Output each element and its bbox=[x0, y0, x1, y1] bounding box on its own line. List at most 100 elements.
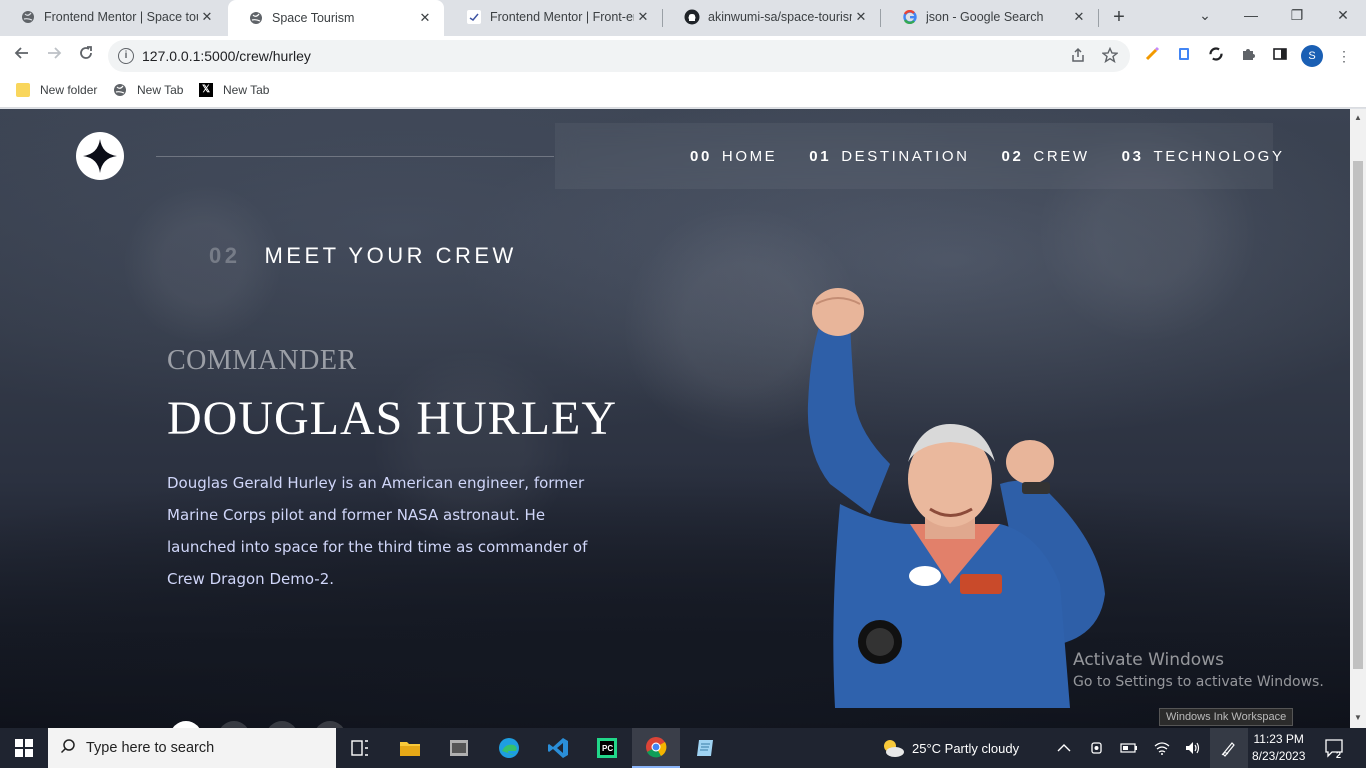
tab-google-search[interactable]: json - Google Search ✕ bbox=[882, 0, 1098, 34]
globe-icon bbox=[248, 10, 264, 26]
bookmark-new-folder[interactable]: New folder bbox=[16, 83, 97, 97]
nav-technology[interactable]: 03 TECHNOLOGY bbox=[1122, 148, 1285, 165]
tab-separator bbox=[1098, 9, 1099, 27]
slider-dot[interactable] bbox=[266, 721, 298, 728]
site-logo[interactable] bbox=[76, 132, 124, 180]
sync-extension-icon[interactable] bbox=[1206, 46, 1226, 66]
close-icon[interactable]: ✕ bbox=[416, 10, 434, 26]
pycharm-button[interactable]: PC bbox=[583, 728, 631, 768]
app-button[interactable] bbox=[681, 728, 729, 768]
google-icon bbox=[902, 9, 918, 25]
close-icon[interactable]: ✕ bbox=[198, 9, 216, 25]
wifi-icon[interactable] bbox=[1153, 728, 1171, 768]
back-button[interactable] bbox=[10, 44, 34, 68]
clipboard-app-icon bbox=[450, 740, 468, 756]
battery-icon[interactable] bbox=[1120, 728, 1138, 768]
bookmark-label: New Tab bbox=[137, 83, 184, 97]
notification-icon bbox=[1325, 739, 1343, 758]
x-logo-icon: 𝕏 bbox=[199, 83, 213, 97]
reload-button[interactable] bbox=[74, 44, 98, 68]
address-bar[interactable]: i 127.0.0.1:5000/crew/hurley bbox=[108, 40, 1130, 72]
slider-dot[interactable] bbox=[218, 721, 250, 728]
svg-text:PC: PC bbox=[602, 744, 613, 753]
reload-icon bbox=[80, 46, 92, 59]
bookmark-new-tab-2[interactable]: 𝕏 New Tab bbox=[199, 83, 269, 97]
bookmark-new-tab-1[interactable]: New Tab bbox=[113, 83, 183, 97]
app-button[interactable] bbox=[435, 728, 483, 768]
minimize-button[interactable]: — bbox=[1228, 0, 1274, 32]
clipboard-extension-icon[interactable] bbox=[1174, 46, 1194, 66]
show-hidden-icons-button[interactable] bbox=[1057, 728, 1071, 768]
nav-crew[interactable]: 02 CREW bbox=[1002, 148, 1090, 165]
folder-icon bbox=[16, 83, 30, 97]
tab-search-button[interactable]: ⌄ bbox=[1182, 0, 1228, 32]
side-panel-icon[interactable] bbox=[1270, 46, 1290, 66]
ink-workspace-tooltip: Windows Ink Workspace bbox=[1159, 708, 1294, 726]
nav-home[interactable]: 00 HOME bbox=[690, 148, 777, 165]
edge-button[interactable] bbox=[485, 728, 533, 768]
search-icon bbox=[60, 738, 76, 758]
extensions-puzzle-icon[interactable] bbox=[1238, 46, 1258, 66]
notification-center-button[interactable]: 2 bbox=[1324, 728, 1346, 768]
nav-number: 02 bbox=[1001, 147, 1024, 165]
new-tab-button[interactable]: + bbox=[1108, 6, 1130, 28]
nav-number: 01 bbox=[809, 147, 832, 165]
task-view-button[interactable] bbox=[336, 728, 384, 768]
share-icon[interactable] bbox=[1070, 47, 1086, 67]
chrome-button[interactable] bbox=[632, 728, 680, 768]
scrollbar-thumb[interactable] bbox=[1353, 161, 1363, 669]
slider-dot[interactable] bbox=[170, 721, 202, 728]
tab-space-tourism[interactable]: Space Tourism ✕ bbox=[228, 0, 444, 36]
taskbar-search[interactable]: Type here to search bbox=[48, 728, 336, 768]
nav-label: CREW bbox=[1033, 147, 1090, 165]
start-button[interactable] bbox=[0, 728, 48, 768]
clock-time: 11:23 PM bbox=[1253, 732, 1304, 746]
close-window-button[interactable]: ✕ bbox=[1320, 0, 1366, 32]
url-text[interactable]: 127.0.0.1:5000/crew/hurley bbox=[142, 48, 311, 64]
profile-avatar[interactable]: S bbox=[1301, 45, 1323, 67]
tab-title: Space Tourism bbox=[272, 11, 355, 25]
slider-dot[interactable] bbox=[314, 721, 346, 728]
vscode-button[interactable] bbox=[534, 728, 582, 768]
scroll-down-arrow-icon[interactable]: ▼ bbox=[1350, 713, 1366, 722]
tab-frontend-mentor-2[interactable]: Frontend Mentor | Front-end ✕ bbox=[446, 0, 662, 34]
header-divider-line bbox=[156, 156, 554, 157]
volume-icon[interactable] bbox=[1184, 728, 1202, 768]
activate-title: Activate Windows bbox=[1073, 650, 1224, 670]
tray-meet-icon[interactable] bbox=[1089, 728, 1105, 768]
notepad-icon bbox=[697, 740, 713, 756]
crew-slider-dots bbox=[170, 721, 362, 728]
pen-extension-icon[interactable] bbox=[1142, 46, 1162, 66]
close-icon[interactable]: ✕ bbox=[852, 9, 870, 25]
weather-text: 25°C Partly cloudy bbox=[912, 740, 1020, 756]
close-icon[interactable]: ✕ bbox=[1070, 9, 1088, 25]
notification-count: 2 bbox=[1336, 750, 1342, 760]
site-info-icon[interactable]: i bbox=[118, 48, 134, 64]
bookmark-star-icon[interactable] bbox=[1101, 46, 1119, 67]
nav-label: HOME bbox=[721, 147, 778, 165]
tab-strip: Frontend Mentor | Space tou ✕ Space Tour… bbox=[0, 0, 1366, 36]
partly-cloudy-icon bbox=[884, 740, 904, 757]
file-explorer-button[interactable] bbox=[386, 728, 434, 768]
chevron-up-icon bbox=[1057, 744, 1071, 752]
weather-widget[interactable]: 25°C Partly cloudy bbox=[880, 728, 1019, 768]
page-scrollbar[interactable]: ▲ ▼ bbox=[1350, 109, 1366, 728]
kebab-menu-icon[interactable]: ⋮ bbox=[1334, 46, 1354, 66]
tab-github[interactable]: akinwumi-sa/space-tourism- ✕ bbox=[664, 0, 880, 34]
windows-taskbar: Type here to search PC 25°C Partly cloud… bbox=[0, 728, 1366, 768]
taskbar-clock[interactable]: 11:23 PM 8/23/2023 bbox=[1252, 731, 1305, 765]
ink-workspace-button[interactable] bbox=[1210, 728, 1248, 768]
restore-button[interactable]: ❐ bbox=[1274, 0, 1320, 32]
close-icon[interactable]: ✕ bbox=[634, 9, 652, 25]
windows-logo-icon bbox=[15, 739, 33, 757]
scroll-up-arrow-icon[interactable]: ▲ bbox=[1350, 113, 1366, 122]
nav-destination[interactable]: 01 DESTINATION bbox=[809, 148, 969, 165]
forward-button[interactable] bbox=[42, 44, 66, 68]
chrome-icon bbox=[646, 737, 667, 758]
clock-date: 8/23/2023 bbox=[1252, 749, 1306, 763]
tab-frontend-mentor-1[interactable]: Frontend Mentor | Space tou ✕ bbox=[0, 0, 226, 34]
star-logo-icon bbox=[83, 139, 117, 173]
heading-text: MEET YOUR CREW bbox=[264, 243, 517, 268]
crew-member-image bbox=[807, 288, 1105, 708]
nav-label: TECHNOLOGY bbox=[1153, 147, 1285, 165]
